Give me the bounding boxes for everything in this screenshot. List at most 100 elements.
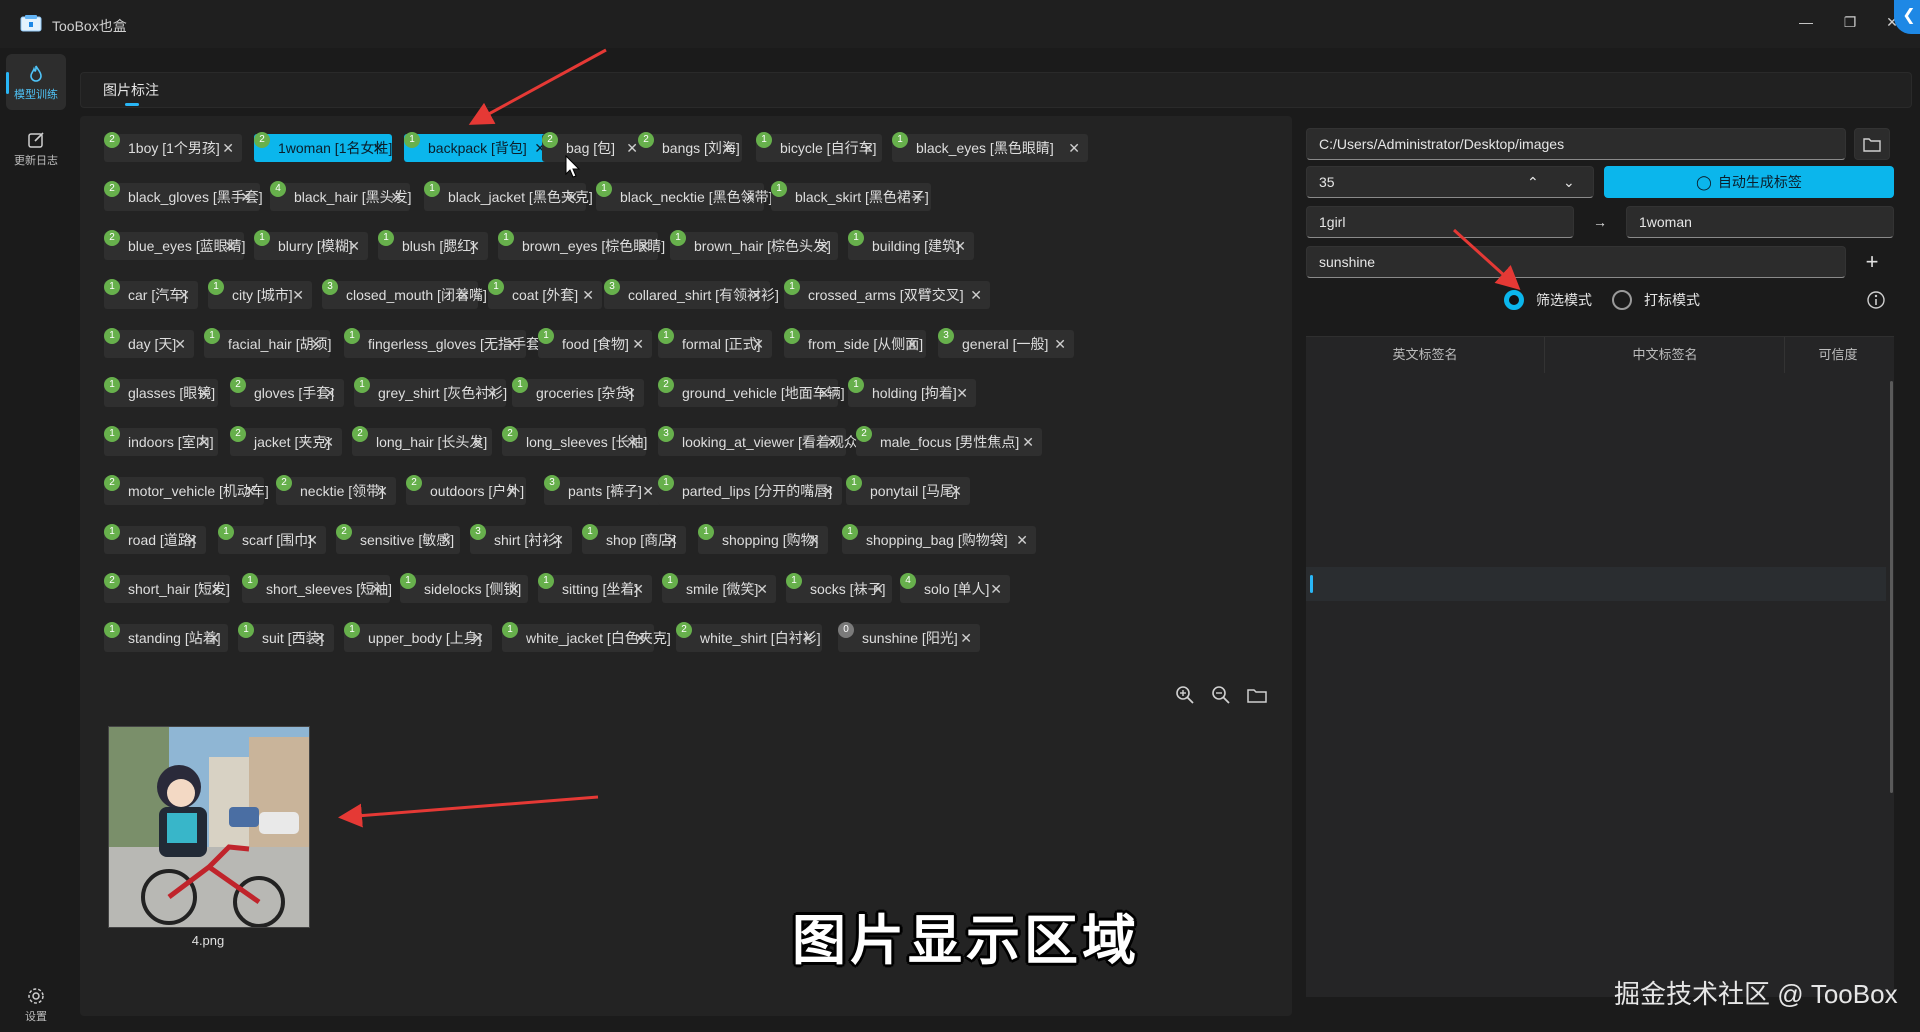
remove-tag-icon[interactable]: ✕ (808, 526, 820, 554)
folder-icon[interactable] (1244, 682, 1270, 708)
tag-chip[interactable]: 1 black_necktie [黑色领带] ✕ (596, 181, 773, 211)
tag-chip[interactable]: 1 upper_body [上身] ✕ (344, 622, 492, 652)
tag-chip[interactable]: 2 long_sleeves [长袖] ✕ (502, 426, 647, 456)
remove-tag-icon[interactable]: ✕ (348, 232, 360, 260)
remove-tag-icon[interactable]: ✕ (472, 428, 484, 456)
remove-tag-icon[interactable]: ✕ (506, 330, 518, 358)
tag-chip[interactable]: 1 bicycle [自行车] ✕ (756, 132, 882, 162)
tag-chip[interactable]: 1 holding [拘着] ✕ (848, 377, 976, 407)
remove-tag-icon[interactable]: ✕ (376, 477, 388, 505)
tag-chip[interactable]: 1 road [道路] ✕ (104, 524, 206, 554)
tag-chip[interactable]: 1 city [城市] ✕ (208, 279, 312, 309)
zoom-out-icon[interactable] (1208, 682, 1234, 708)
tag-chip[interactable]: 2 sensitive [敏感] ✕ (336, 524, 460, 554)
remove-tag-icon[interactable]: ✕ (990, 575, 1002, 603)
remove-tag-icon[interactable]: ✕ (458, 281, 470, 309)
remove-tag-icon[interactable]: ✕ (1068, 134, 1080, 162)
tag-chip[interactable]: 1 day [天] ✕ (104, 328, 194, 358)
remove-tag-icon[interactable]: ✕ (970, 281, 982, 309)
table-row[interactable] (1306, 567, 1886, 601)
tag-chip[interactable]: 2 white_shirt [白衬衫] ✕ (676, 622, 822, 652)
remove-tag-icon[interactable]: ✕ (642, 477, 654, 505)
tag-chip[interactable]: 1 groceries [杂货] ✕ (512, 377, 644, 407)
remove-tag-icon[interactable]: ✕ (224, 232, 236, 260)
tag-chip[interactable]: 1 sitting [坐着] ✕ (538, 573, 652, 603)
tag-chip[interactable]: 1 white_jacket [白色夹克] ✕ (502, 622, 671, 652)
tag-chip[interactable]: 1 blush [腮红] ✕ (378, 230, 488, 260)
tag-chip[interactable]: 1 blurry [模糊] ✕ (254, 230, 368, 260)
remove-tag-icon[interactable]: ✕ (1016, 526, 1028, 554)
remove-tag-icon[interactable]: ✕ (1054, 330, 1066, 358)
tag-chip[interactable]: 1 fingerless_gloves [无指手套] ✕ (344, 328, 544, 358)
remove-tag-icon[interactable]: ✕ (582, 281, 594, 309)
remove-tag-icon[interactable]: ✕ (506, 477, 518, 505)
remove-tag-icon[interactable]: ✕ (306, 526, 318, 554)
tag-chip[interactable]: 1 smile [微笑] ✕ (662, 573, 776, 603)
tag-chip[interactable]: 3 looking_at_viewer [看着观众] ✕ (658, 426, 862, 456)
tag-chip[interactable]: 3 general [一般] ✕ (938, 328, 1074, 358)
tag-chip[interactable]: 2 1boy [1个男孩] ✕ (104, 132, 242, 162)
minimize-icon[interactable]: — (1792, 10, 1820, 34)
remove-tag-icon[interactable]: ✕ (1022, 428, 1034, 456)
image-thumbnail[interactable] (108, 726, 310, 928)
remove-tag-icon[interactable]: ✕ (626, 428, 638, 456)
tag-chip[interactable]: 1 grey_shirt [灰色衬衫] ✕ (354, 377, 507, 407)
tag-chip[interactable]: 1 black_jacket [黑色夹克] ✕ (424, 181, 593, 211)
remove-tag-icon[interactable]: ✕ (186, 526, 198, 554)
restore-icon[interactable]: ❐ (1836, 10, 1864, 34)
remove-tag-icon[interactable]: ✕ (872, 575, 884, 603)
tag-chip[interactable]: 1 parted_lips [分开的嘴唇] ✕ (658, 475, 842, 505)
tag-chip[interactable]: 3 pants [裤子] ✕ (544, 475, 662, 505)
tag-chip[interactable]: 1 building [建筑] ✕ (848, 230, 974, 260)
remove-tag-icon[interactable]: ✕ (174, 330, 186, 358)
tag-chip[interactable]: 1 backpack [背包] ✕ (404, 132, 554, 162)
tab-image-annotation[interactable]: 图片标注 (103, 73, 159, 107)
remove-tag-icon[interactable]: ✕ (911, 183, 923, 211)
remove-tag-icon[interactable]: ✕ (950, 477, 962, 505)
tag-chip[interactable]: 3 shirt [衬衫] ✕ (470, 524, 572, 554)
tag-chip[interactable]: 2 short_hair [短发] ✕ (104, 573, 230, 603)
column-header-chinese[interactable]: 中文标签名 (1546, 337, 1785, 373)
tag-chip[interactable]: 1 coat [外套] ✕ (488, 279, 602, 309)
tagging-mode-radio[interactable]: 打标模式 (1612, 288, 1722, 312)
arrow-right-icon[interactable]: → (1582, 206, 1618, 238)
folder-browse-button[interactable] (1854, 128, 1890, 160)
remove-tag-icon[interactable]: ✕ (818, 232, 830, 260)
remove-tag-icon[interactable]: ✕ (198, 428, 210, 456)
remove-tag-icon[interactable]: ✕ (634, 624, 646, 652)
tag-chip[interactable]: 1 indoors [室内] ✕ (104, 426, 218, 456)
remove-tag-icon[interactable]: ✕ (508, 575, 520, 603)
tag-chip[interactable]: 4 black_hair [黑头发] ✕ (270, 181, 411, 211)
replace-to-input[interactable]: 1woman (1626, 206, 1894, 238)
remove-tag-icon[interactable]: ✕ (960, 624, 972, 652)
info-icon[interactable] (1866, 290, 1886, 310)
tag-chip[interactable]: 1 scarf [围巾] ✕ (218, 524, 326, 554)
tag-chip[interactable]: 1 standing [站着] ✕ (104, 622, 228, 652)
replace-from-input[interactable]: 1girl (1306, 206, 1574, 238)
remove-tag-icon[interactable]: ✕ (756, 575, 768, 603)
tag-chip[interactable]: 1 black_eyes [黑色眼睛] ✕ (892, 132, 1088, 162)
remove-tag-icon[interactable]: ✕ (632, 575, 644, 603)
remove-tag-icon[interactable]: ✕ (862, 134, 874, 162)
tag-chip[interactable]: 2 1woman [1名女性] ✕ (254, 132, 392, 162)
remove-tag-icon[interactable]: ✕ (222, 134, 234, 162)
remove-tag-icon[interactable]: ✕ (744, 183, 756, 211)
nav-item-model-training[interactable]: 模型训练 (6, 54, 66, 110)
remove-tag-icon[interactable]: ✕ (390, 183, 402, 211)
tag-chip[interactable]: 1 short_sleeves [短袖] ✕ (242, 573, 392, 603)
remove-tag-icon[interactable]: ✕ (822, 477, 834, 505)
remove-tag-icon[interactable]: ✕ (472, 624, 484, 652)
remove-tag-icon[interactable]: ✕ (208, 624, 220, 652)
remove-tag-icon[interactable]: ✕ (566, 183, 578, 211)
tag-chip[interactable]: 2 male_focus [男性焦点] ✕ (856, 426, 1042, 456)
new-tag-input[interactable]: sunshine (1306, 246, 1846, 278)
tag-chip[interactable]: 4 solo [单人] ✕ (900, 573, 1010, 603)
remove-tag-icon[interactable]: ✕ (632, 330, 644, 358)
tag-chip[interactable]: 2 jacket [夹克] ✕ (230, 426, 342, 456)
remove-tag-icon[interactable]: ✕ (906, 330, 918, 358)
tag-chip[interactable]: 2 motor_vehicle [机动车] ✕ (104, 475, 269, 505)
tag-chip[interactable]: 1 shop [商店] ✕ (582, 524, 686, 554)
tag-chip[interactable]: 1 shopping_bag [购物袋] ✕ (842, 524, 1036, 554)
remove-tag-icon[interactable]: ✕ (624, 379, 636, 407)
tag-chip[interactable]: 2 ground_vehicle [地面车辆] ✕ (658, 377, 845, 407)
